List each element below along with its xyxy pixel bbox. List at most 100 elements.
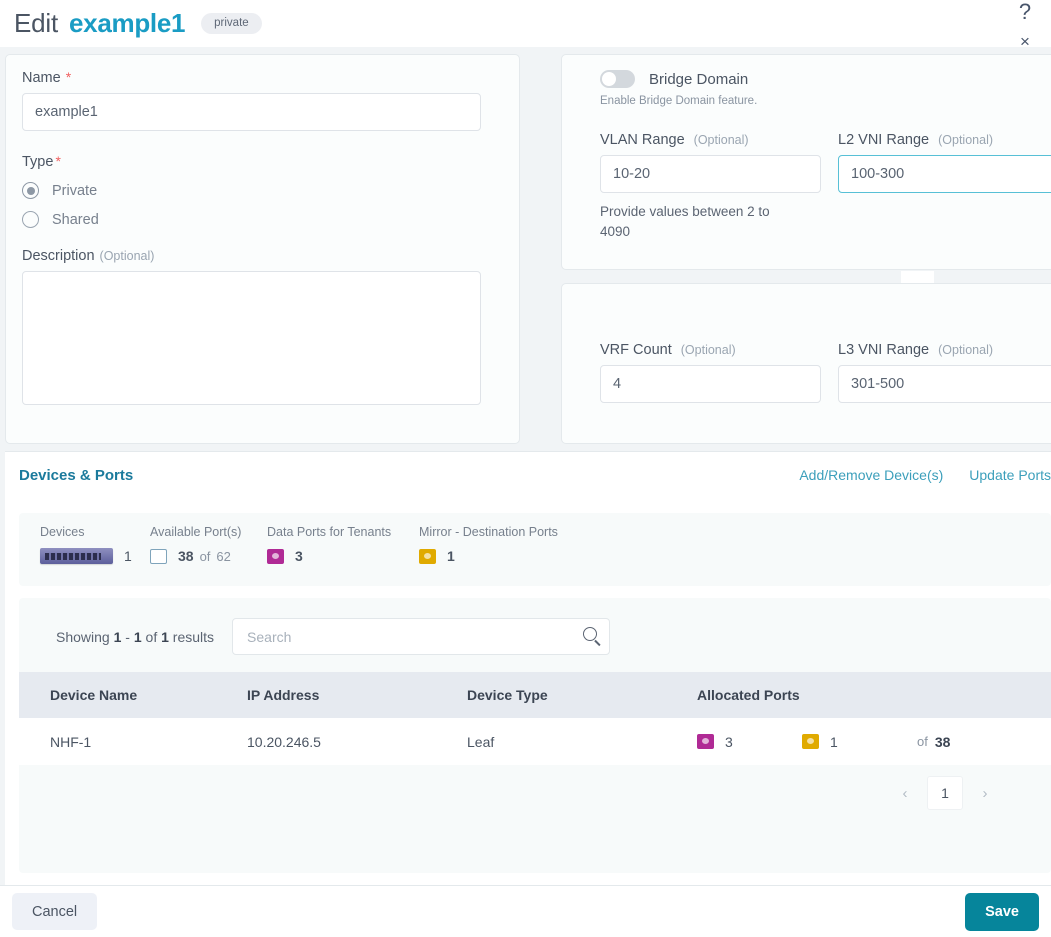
radio-option-shared[interactable]: Shared [22,211,503,228]
save-button[interactable]: Save [965,892,1039,931]
row-data-ports-count: 3 [725,733,733,750]
type-label-text: Type [22,154,54,170]
l2-vni-range-label-text: L2 VNI Range [838,132,930,148]
mirror-port-icon [419,548,436,564]
vlan-range-label-text: VLAN Range [600,132,685,148]
vlan-range-label: VLAN Range (Optional) [600,132,838,148]
chevron-left-icon[interactable]: ‹ [891,779,919,807]
network-switch-icon [40,548,113,564]
vrf-count-input[interactable] [600,365,821,403]
general-settings-card: Name * Type * Private Shared [5,54,520,444]
dialog-footer: Cancel Save [0,885,1051,937]
name-field-label: Name * [22,69,503,86]
page-title-prefix: Edit [14,8,59,38]
vlan-range-hint: Provide values between 2 to 4090 [600,204,770,239]
cell-device-name: NHF-1 [19,718,247,765]
dialog-header: Edit example1 private ? × [0,0,1051,51]
bridge-domain-toggle-label: Bridge Domain [649,70,749,88]
port-stats-values: 1 38 of 62 3 1 [40,548,1051,564]
dialog-body: Name * Type * Private Shared [0,47,1051,885]
top-form-area: Name * Type * Private Shared [0,47,1051,451]
required-asterisk: * [55,153,61,169]
status-badge: private [201,13,262,34]
vlan-range-group: VLAN Range (Optional) Provide values bet… [600,132,838,241]
stat-label-mirror-ports: Mirror - Destination Ports [419,525,558,539]
column-header-ip-address: IP Address [247,672,467,718]
description-field-group: Description (Optional) [22,248,503,408]
header-icon-group: ? × [1008,0,1042,51]
type-field-label: Type * [22,153,503,170]
allocated-mirror-ports: 1 [802,734,907,750]
mirror-port-icon [802,734,819,749]
update-ports-link[interactable]: Update Ports [969,467,1051,483]
l3-vni-range-group: L3 VNI Range (Optional) [838,342,1051,403]
add-remove-devices-link[interactable]: Add/Remove Device(s) [799,467,943,483]
l2-vni-range-label: L2 VNI Range (Optional) [838,132,1051,148]
page-number-1[interactable]: 1 [927,776,963,810]
description-textarea[interactable] [22,271,481,405]
search-icon[interactable] [583,627,598,641]
devices-ports-section: Devices & Ports Add/Remove Device(s) Upd… [5,451,1051,885]
row-of-label: of [917,734,928,749]
cell-allocated-ports: 3 1 of 38 [697,718,1051,765]
l3-vni-range-label: L3 VNI Range (Optional) [838,342,1051,358]
results-count-text: Showing 1 - 1 of 1 results [56,629,214,645]
radio-icon-selected [22,182,39,199]
table-row[interactable]: NHF-1 10.20.246.5 Leaf 3 1 of 38 [19,718,1051,765]
row-mirror-ports-count: 1 [830,733,838,750]
bridge-domain-fields: VLAN Range (Optional) Provide values bet… [600,132,1051,241]
bridge-domain-toggle-row[interactable]: Bridge Domain [600,70,1051,88]
optional-tag: (Optional) [938,343,994,357]
mirror-ports-count: 1 [447,548,455,564]
radio-icon-unselected [22,211,39,228]
stat-label-devices: Devices [40,525,85,539]
available-port-icon [150,548,167,564]
column-header-device-name: Device Name [19,672,247,718]
column-header-allocated-ports: Allocated Ports [697,672,1051,718]
vrf-count-label: VRF Count (Optional) [600,342,838,358]
results-toolbar: Showing 1 - 1 of 1 results [19,598,1051,655]
devices-count: 1 [124,548,132,564]
name-input[interactable] [22,93,481,131]
type-field-group: Type * Private Shared [22,153,503,228]
optional-tag: (Optional) [938,133,994,147]
bridge-domain-hint: Enable Bridge Domain feature. [600,95,758,107]
render-artifact-block-2 [809,488,845,508]
l3-vni-range-label-text: L3 VNI Range [838,342,930,358]
description-label-text: Description [22,248,95,264]
allocated-ports-wrapper: 3 1 of 38 [697,734,1051,750]
stat-value-mirror-ports: 1 [419,548,619,564]
showing-dash: - [125,628,130,645]
devices-results-card: Showing 1 - 1 of 1 results Device Name [19,598,1051,873]
chevron-right-icon[interactable]: › [971,779,999,807]
cell-device-type: Leaf [467,718,697,765]
vrf-count-group: VRF Count (Optional) [600,342,838,403]
devices-ports-actions: Add/Remove Device(s) Update Ports [799,467,1051,483]
description-field-label: Description (Optional) [22,248,503,264]
available-ports-count: 38 [178,548,194,564]
l2-vni-range-input[interactable] [838,155,1051,193]
toggle-switch-off-icon[interactable] [600,70,635,88]
radio-option-private[interactable]: Private [22,182,503,199]
allocated-data-ports: 3 [697,734,802,750]
radio-label-private: Private [52,182,98,199]
devices-table: Device Name IP Address Device Type Alloc… [19,672,1051,765]
showing-from: 1 [113,628,122,645]
devices-table-head: Device Name IP Address Device Type Alloc… [19,672,1051,718]
data-port-icon [267,548,284,564]
column-header-device-type: Device Type [467,672,697,718]
devices-ports-header: Devices & Ports Add/Remove Device(s) Upd… [5,452,1051,498]
vlan-range-input[interactable] [600,155,821,193]
cell-ip-address: 10.20.246.5 [247,718,467,765]
radio-label-shared: Shared [52,211,99,228]
vrf-count-label-text: VRF Count [600,342,672,358]
cancel-button[interactable]: Cancel [12,893,98,930]
vrf-card: VRF Count (Optional) L3 VNI Range (Optio… [561,283,1051,444]
search-input[interactable] [232,618,611,655]
table-header-row: Device Name IP Address Device Type Alloc… [19,672,1051,718]
help-icon[interactable]: ? [1019,1,1031,23]
devices-table-body: NHF-1 10.20.246.5 Leaf 3 1 of 38 [19,718,1051,765]
vrf-fields: VRF Count (Optional) L3 VNI Range (Optio… [600,342,1051,403]
l3-vni-range-input[interactable] [838,365,1051,403]
available-ports-total: 62 [216,548,231,564]
